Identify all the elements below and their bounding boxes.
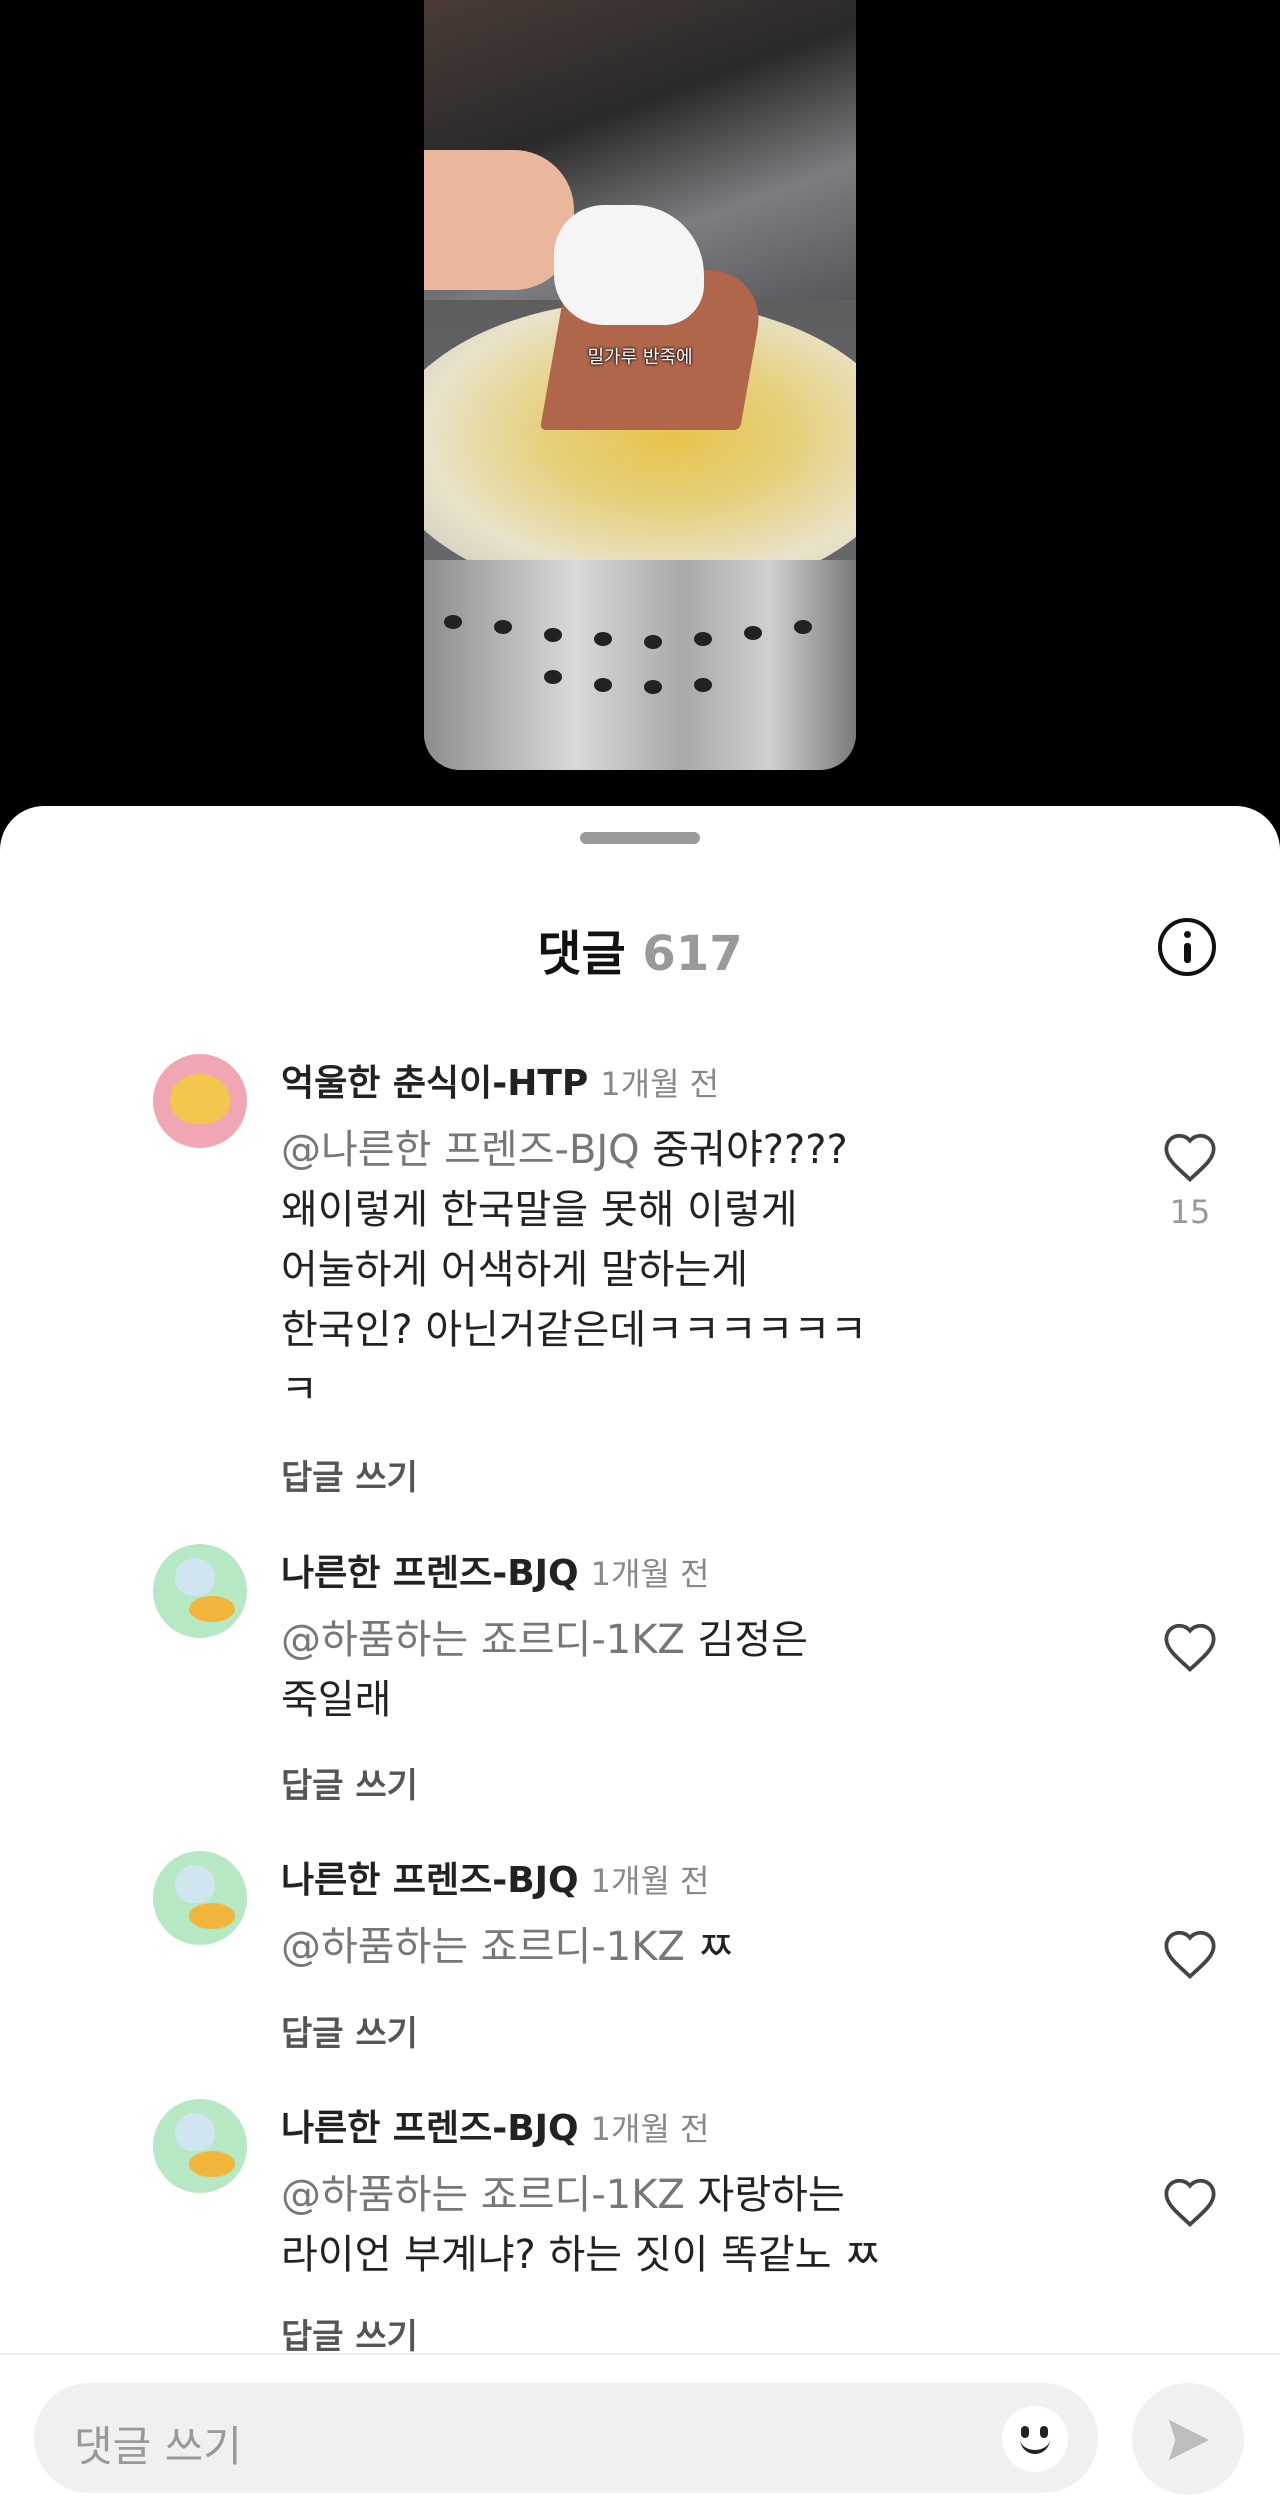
comment-time: 1개월 전 (590, 1555, 710, 1593)
comment-author[interactable]: 나른한 프렌즈-BJQ 1개월 전 (281, 2099, 710, 2151)
comment-text: ㅉ (684, 1924, 735, 1970)
comment-body: @하품하는 죠르디-1KZ 자랑하는 라이언 부계냐? 하는 짓이 똑같노 ㅉ (281, 2165, 941, 2285)
comment-body: @하품하는 죠르디-1KZ ㅉ (281, 1917, 941, 1977)
reply-button[interactable]: 답글 쓰기 (281, 2309, 418, 2353)
mention[interactable]: @하품하는 죠르디-1KZ (281, 2172, 685, 2218)
video-frame[interactable]: 밀가루 반죽에 (424, 0, 856, 770)
comment-author[interactable]: 나른한 프렌즈-BJQ 1개월 전 (281, 1544, 710, 1596)
send-button[interactable] (1132, 2383, 1244, 2495)
video-area[interactable]: 밀가루 반죽에 (0, 0, 1280, 810)
mention[interactable]: @하품하는 죠르디-1KZ (281, 1617, 685, 1663)
video-stove-drum (424, 560, 856, 770)
comment-time: 1개월 전 (600, 1065, 720, 1103)
comment-input-bar: 댓글 쓰기 (0, 2353, 1280, 2516)
avatar-character-icon (175, 2113, 215, 2151)
heart-outline-icon (1164, 1133, 1216, 1183)
reply-button[interactable]: 답글 쓰기 (281, 1450, 418, 1499)
heart-outline-icon (1164, 1623, 1216, 1673)
author-name: 억울한 춘식이-HTP (281, 1063, 589, 1104)
comment-author[interactable]: 나른한 프렌즈-BJQ 1개월 전 (281, 1851, 710, 1903)
comment-list[interactable]: 억울한 춘식이-HTP 1개월 전 @나른한 프렌즈-BJQ 중궈야???? 왜이… (0, 806, 1280, 2353)
avatar[interactable] (153, 1851, 247, 1945)
author-name: 나른한 프렌즈-BJQ (281, 2108, 579, 2149)
comment-time: 1개월 전 (590, 2110, 710, 2148)
video-arm (424, 150, 574, 290)
mention[interactable]: @나른한 프렌즈-BJQ (281, 1127, 640, 1173)
comment-time: 1개월 전 (590, 1862, 710, 1900)
author-name: 나른한 프렌즈-BJQ (281, 1860, 579, 1901)
like-button[interactable] (1160, 2176, 1220, 2232)
smiley-icon[interactable] (1002, 2406, 1068, 2472)
comment-input-placeholder: 댓글 쓰기 (74, 2422, 242, 2471)
comments-sheet: 댓글 617 억울한 춘식이-HTP 1개월 전 @나른한 프렌즈-BJQ 중궈야… (0, 806, 1280, 2516)
video-caption: 밀가루 반죽에 (587, 347, 693, 368)
avatar[interactable] (153, 2099, 247, 2193)
author-name: 나른한 프렌즈-BJQ (281, 1553, 579, 1594)
avatar-character-icon (175, 1558, 215, 1596)
heart-outline-icon (1164, 2178, 1216, 2228)
comment-body: @하품하는 죠르디-1KZ 김정은 죽일래 (281, 1610, 941, 1730)
heart-outline-icon (1164, 1930, 1216, 1980)
reply-button[interactable]: 답글 쓰기 (281, 2006, 418, 2055)
avatar[interactable] (153, 1054, 247, 1148)
avatar-character-icon (170, 1074, 230, 1124)
mention[interactable]: @하품하는 죠르디-1KZ (281, 1924, 685, 1970)
reply-button[interactable]: 답글 쓰기 (281, 1758, 418, 1807)
avatar[interactable] (153, 1544, 247, 1638)
like-button[interactable] (1160, 1928, 1220, 1984)
like-button[interactable] (1160, 1621, 1220, 1677)
like-count: 15 (1169, 1193, 1211, 1231)
comment-author[interactable]: 억울한 춘식이-HTP 1개월 전 (281, 1054, 719, 1106)
send-arrow-icon (1168, 2419, 1210, 2461)
video-glove (554, 205, 704, 325)
like-button[interactable]: 15 (1160, 1131, 1220, 1231)
comment-input[interactable]: 댓글 쓰기 (34, 2383, 1098, 2493)
avatar-character-icon (175, 1865, 215, 1903)
comment-body: @나른한 프렌즈-BJQ 중궈야???? 왜이렇게 한국말을 못해 이렇게 어눌… (281, 1120, 941, 1420)
